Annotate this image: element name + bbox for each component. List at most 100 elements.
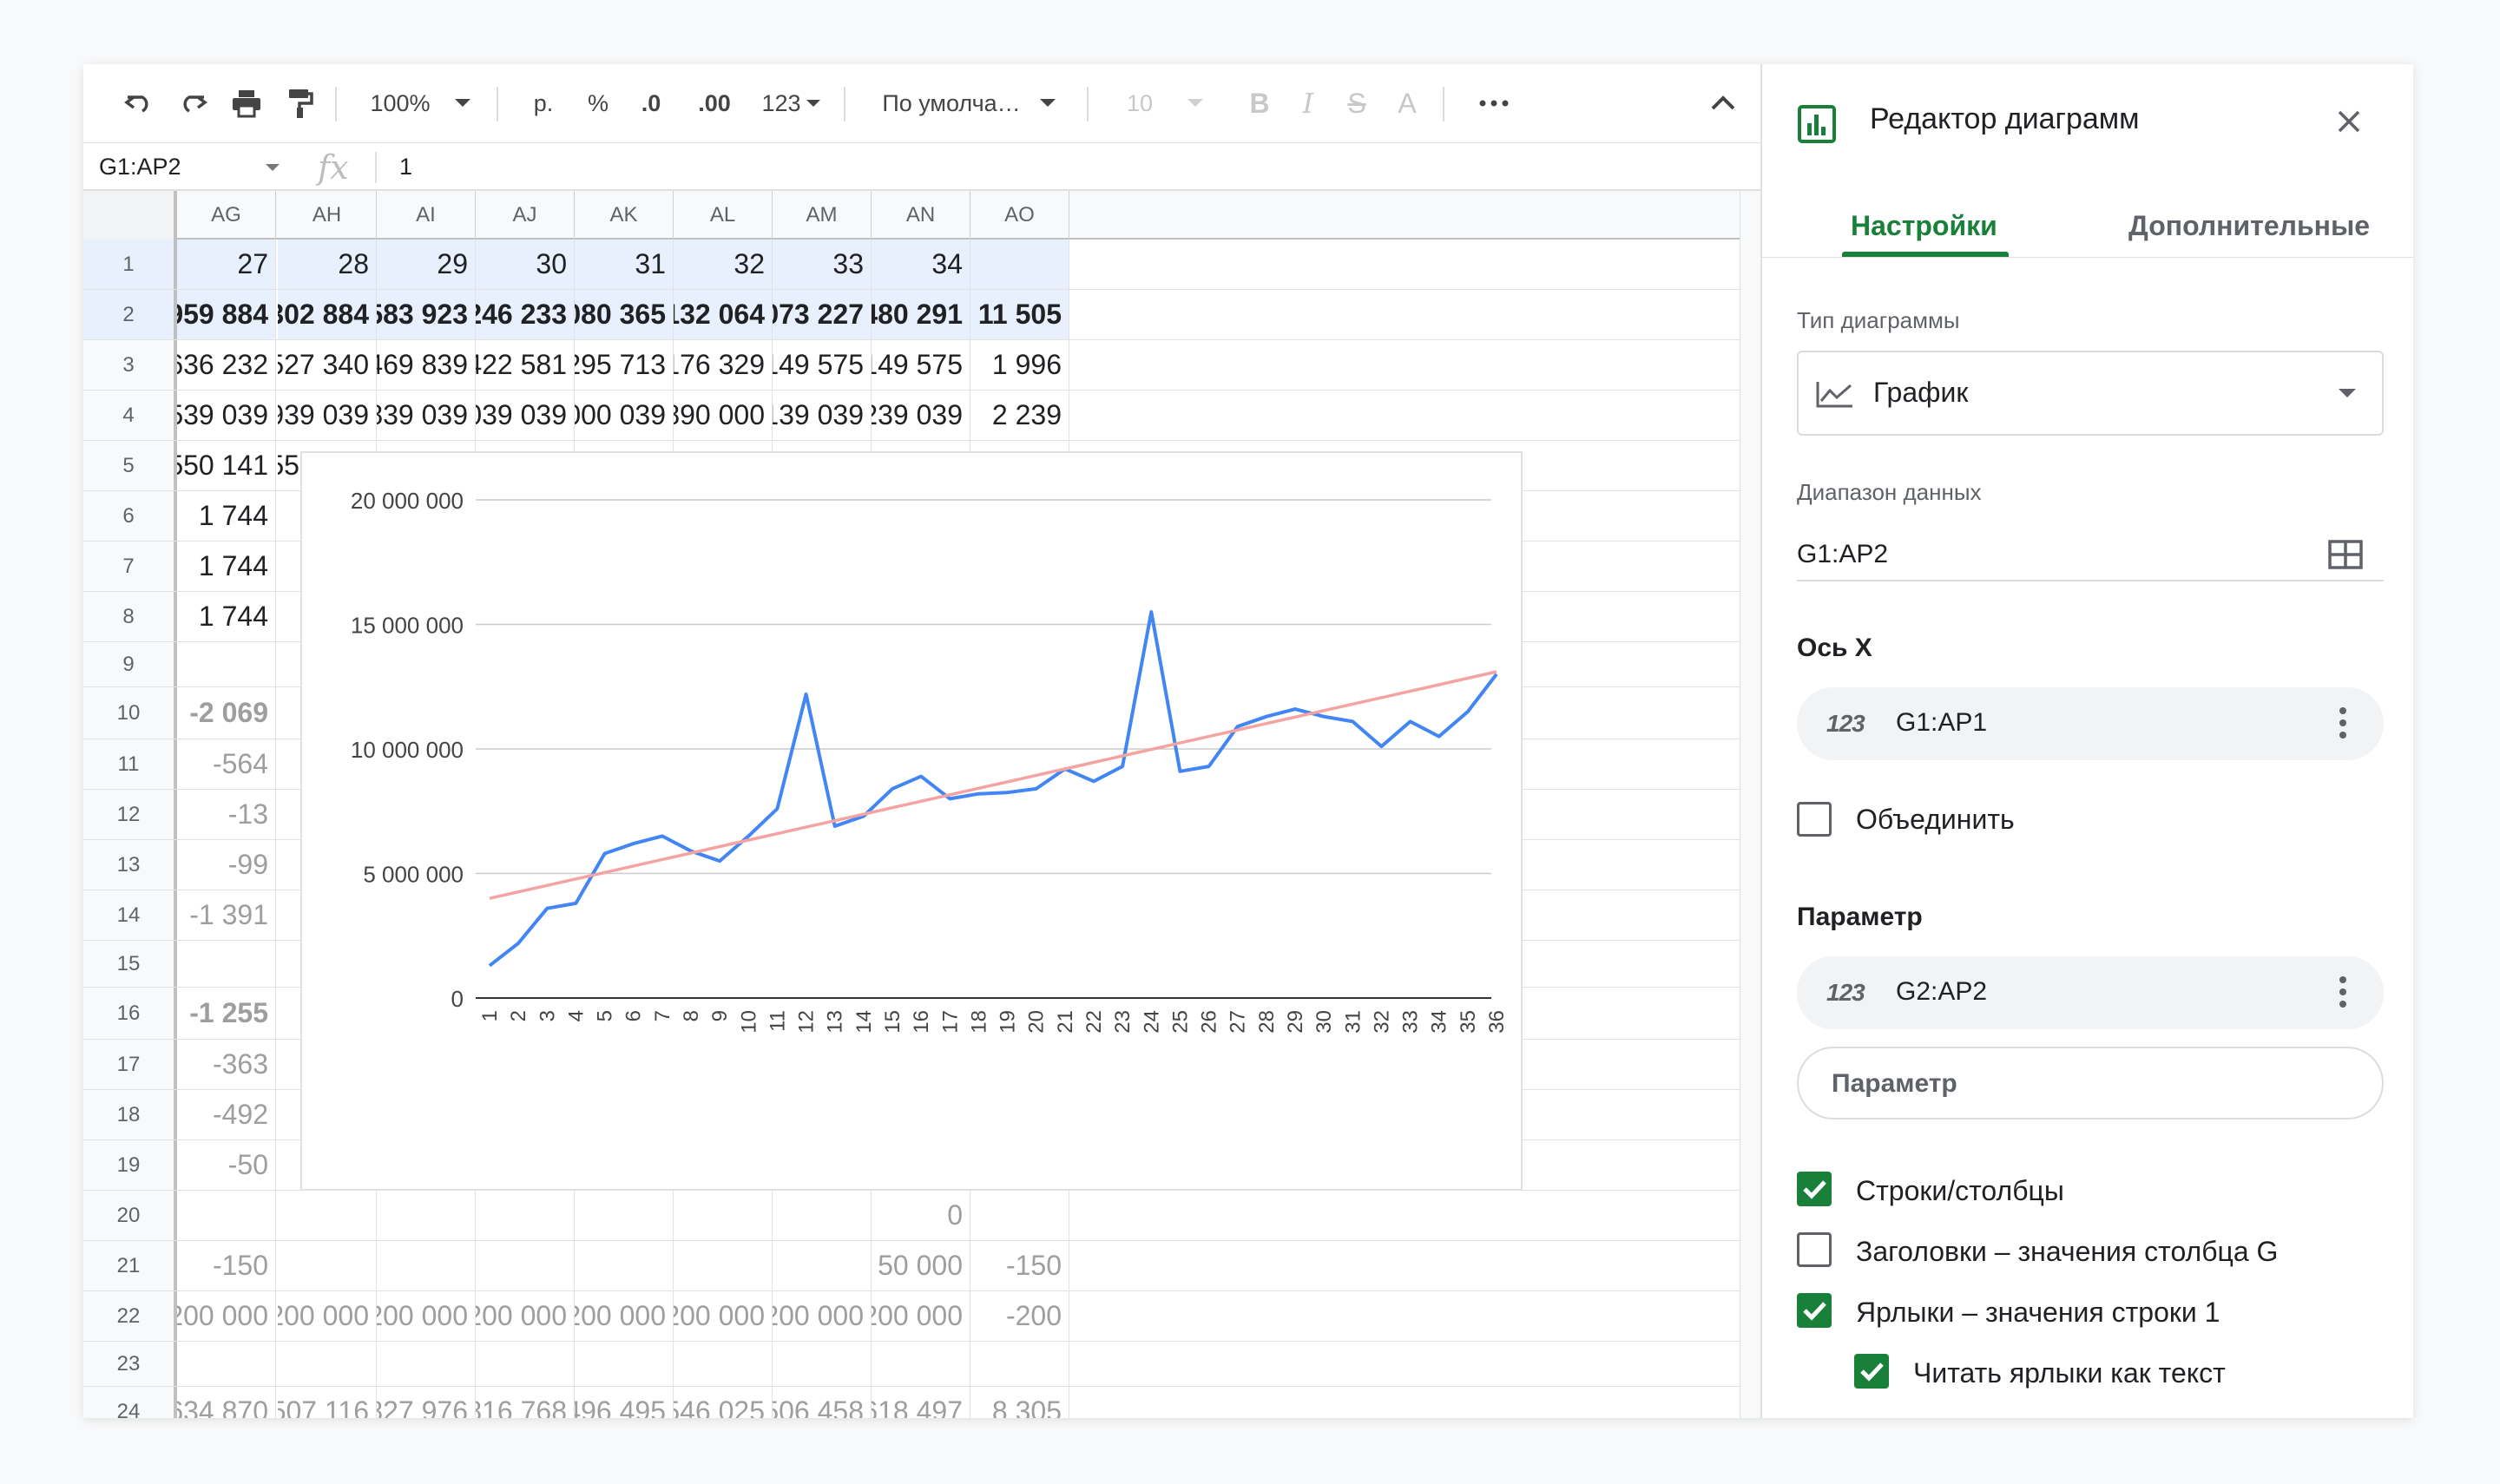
grid-cell[interactable] <box>377 1241 476 1290</box>
collapse-toolbar-icon[interactable] <box>1701 64 1745 142</box>
column-header[interactable]: AM <box>773 191 872 240</box>
column-header[interactable]: AH <box>278 191 377 240</box>
grid-cell[interactable]: 10 132 064 <box>674 290 773 339</box>
column-header[interactable]: AJ <box>476 191 575 240</box>
grid-cell[interactable] <box>377 1191 476 1240</box>
grid-cell[interactable] <box>278 1342 377 1386</box>
grid-cell[interactable] <box>177 1191 276 1240</box>
grid-cell[interactable] <box>773 1342 872 1386</box>
grid-cell[interactable]: 2 000 039 <box>575 391 674 440</box>
grid-cell[interactable]: 1 176 329 <box>674 340 773 390</box>
grid-cell[interactable] <box>970 1342 1069 1386</box>
row-header[interactable]: 21 <box>83 1241 177 1290</box>
grid-cell[interactable]: 31 <box>575 240 674 289</box>
font-family-select[interactable]: По умолча… <box>865 64 1073 142</box>
grid-cell[interactable] <box>476 1241 575 1290</box>
row-header[interactable]: 1 <box>83 240 177 289</box>
zoom-select[interactable]: 100% <box>359 64 481 142</box>
row-header[interactable]: 9 <box>83 642 177 686</box>
row-header[interactable]: 5 <box>83 441 177 490</box>
close-icon[interactable] <box>2337 109 2361 134</box>
grid-cell[interactable] <box>970 240 1069 289</box>
row-header[interactable]: 8 <box>83 592 177 641</box>
switch-rows-columns-checkbox[interactable] <box>1797 1172 1832 1206</box>
grid-cell[interactable]: -200 000 <box>278 1291 377 1341</box>
grid-cell[interactable]: 29 <box>377 240 476 289</box>
row-header[interactable]: 14 <box>83 890 177 940</box>
bold-button[interactable]: B <box>1238 64 1281 142</box>
grid-cell[interactable]: -1 391 <box>177 890 276 940</box>
column-header[interactable]: AG <box>177 191 276 240</box>
font-size-select[interactable]: 10 <box>1104 64 1226 142</box>
tab-setup[interactable]: Настройки <box>1851 210 1997 242</box>
grid-cell[interactable]: 2 039 039 <box>476 391 575 440</box>
grid-cell[interactable]: 28 <box>278 240 377 289</box>
grid-cell[interactable]: 0 <box>872 1191 970 1240</box>
grid-cell[interactable] <box>872 1342 970 1386</box>
vertical-scrollbar[interactable] <box>1740 191 1760 1418</box>
grid-cell[interactable]: -1 255 <box>177 988 276 1039</box>
grid-cell[interactable]: -200 000 <box>177 1291 276 1341</box>
grid-cell[interactable] <box>575 1241 674 1290</box>
grid-cell[interactable]: 2 239 <box>970 391 1069 440</box>
grid-cell[interactable]: -150 <box>970 1241 1069 1290</box>
grid-cell[interactable] <box>674 1191 773 1240</box>
increase-decimal-button[interactable]: .00 <box>684 64 745 142</box>
grid-cell[interactable]: 8 816 768 <box>476 1387 575 1418</box>
grid-cell[interactable]: -200 <box>970 1291 1069 1341</box>
grid-cell[interactable]: -200 000 <box>773 1291 872 1341</box>
x-axis-chip[interactable]: 123 G1:AP1 <box>1797 687 2384 760</box>
number-format-select[interactable]: 123 <box>752 64 830 142</box>
grid-cell[interactable]: 1 939 039 <box>278 391 377 440</box>
grid-cell[interactable]: 2 239 039 <box>872 391 970 440</box>
row-header[interactable]: 17 <box>83 1040 177 1089</box>
chevron-down-icon[interactable] <box>266 164 280 172</box>
grid-cell[interactable]: 1 149 575 <box>872 340 970 390</box>
grid-cell[interactable]: 2 550 141 <box>177 441 276 490</box>
grid-cell[interactable]: 7 618 497 <box>872 1387 970 1418</box>
decrease-decimal-button[interactable]: .0 <box>625 64 677 142</box>
grid-cell[interactable]: 1 839 039 <box>377 391 476 440</box>
row-header[interactable]: 10 <box>83 687 177 739</box>
select-range-icon[interactable] <box>2328 540 2363 569</box>
row-header[interactable]: 6 <box>83 491 177 541</box>
print-icon[interactable] <box>224 64 269 142</box>
grid-cell[interactable] <box>674 1342 773 1386</box>
grid-cell[interactable]: 1 636 232 <box>177 340 276 390</box>
grid-cell[interactable]: 32 <box>674 240 773 289</box>
grid-cell[interactable]: 1 890 000 <box>674 391 773 440</box>
column-header[interactable]: AI <box>377 191 476 240</box>
row-header[interactable]: 4 <box>83 391 177 440</box>
formula-input[interactable]: 1 <box>399 154 412 181</box>
grid-cell[interactable] <box>177 941 276 987</box>
chart-type-select[interactable]: График <box>1797 351 2384 436</box>
grid-cell[interactable]: 1 149 575 <box>773 340 872 390</box>
column-header[interactable]: AN <box>872 191 970 240</box>
grid-cell[interactable]: -99 <box>177 840 276 890</box>
grid-cell[interactable]: 11 505 <box>970 290 1069 339</box>
add-series-input[interactable]: Параметр <box>1797 1047 2384 1120</box>
grid-cell[interactable]: -50 <box>177 1140 276 1190</box>
row-header[interactable]: 2 <box>83 290 177 339</box>
grid-cell[interactable] <box>970 1191 1069 1240</box>
grid-cell[interactable]: 1 744 <box>177 592 276 641</box>
grid-cell[interactable]: 7 546 025 <box>674 1387 773 1418</box>
grid-cell[interactable] <box>278 1241 377 1290</box>
grid-cell[interactable] <box>773 1241 872 1290</box>
grid-cell[interactable]: -200 000 <box>377 1291 476 1341</box>
grid-cell[interactable]: 8 506 458 <box>773 1387 872 1418</box>
line-chart[interactable]: 0 5 000 000 10 000 000 15 000 000 20 000 000… <box>300 451 1523 1191</box>
more-options-icon[interactable] <box>1464 64 1524 142</box>
grid-cell[interactable]: -150 <box>177 1241 276 1290</box>
row-header[interactable]: 11 <box>83 739 177 789</box>
italic-button[interactable]: I <box>1286 64 1330 142</box>
grid-cell[interactable] <box>377 1342 476 1386</box>
grid-cell[interactable]: 8 305 <box>970 1387 1069 1418</box>
grid-cell[interactable] <box>278 1191 377 1240</box>
data-range-input[interactable]: G1:AP2 <box>1797 540 1888 569</box>
grid-cell[interactable] <box>674 1241 773 1290</box>
grid-cell[interactable]: -363 <box>177 1040 276 1089</box>
grid-cell[interactable]: 2 139 039 <box>773 391 872 440</box>
grid-cell[interactable]: 34 <box>872 240 970 289</box>
grid-cell[interactable]: 1 744 <box>177 491 276 541</box>
